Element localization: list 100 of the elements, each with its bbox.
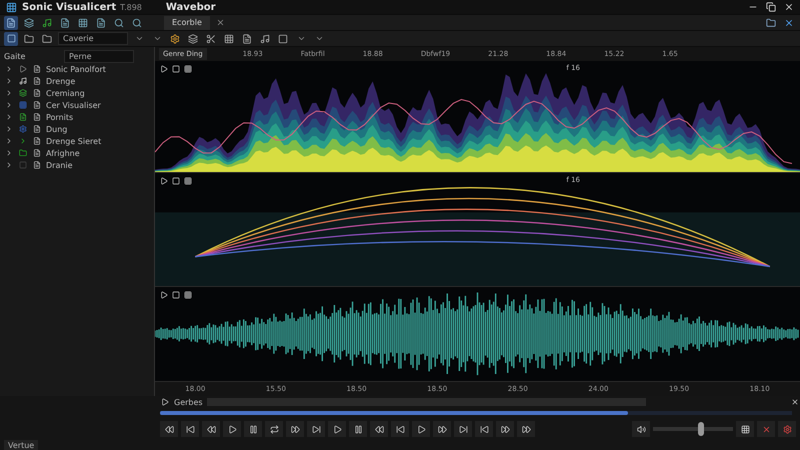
play-button[interactable] — [328, 421, 346, 437]
fast-forward-icon — [290, 424, 300, 434]
play-icon — [332, 424, 342, 434]
folder-icon[interactable] — [42, 34, 52, 44]
document-icon[interactable] — [33, 65, 41, 73]
document-icon[interactable] — [33, 113, 41, 121]
play-icon[interactable] — [160, 65, 168, 73]
rewind-button[interactable] — [370, 421, 388, 437]
rewind-icon — [206, 424, 216, 434]
play-icon — [228, 424, 236, 434]
document-icon[interactable] — [33, 77, 41, 85]
sidebar-item[interactable]: Cremiang — [46, 88, 85, 98]
grid-button[interactable] — [736, 421, 754, 437]
layers-icon[interactable] — [19, 89, 27, 97]
speaker-icon — [636, 424, 646, 434]
skip-forward-button[interactable] — [454, 421, 472, 437]
music-icon[interactable] — [260, 34, 270, 44]
folder-icon[interactable] — [24, 34, 34, 44]
search-icon[interactable] — [114, 18, 124, 28]
fast-forward-button[interactable] — [496, 421, 514, 437]
document-icon[interactable] — [33, 101, 41, 109]
grid-icon[interactable] — [78, 18, 88, 28]
gear-icon[interactable] — [19, 125, 27, 133]
document-icon[interactable] — [33, 137, 41, 145]
sidebar-item[interactable]: Afrighne — [46, 148, 80, 158]
restore-icon[interactable] — [766, 2, 776, 12]
status-bar: Vertue — [4, 440, 38, 450]
sidebar-item[interactable]: Drenge Sieret — [46, 136, 102, 146]
document-button[interactable] — [4, 16, 18, 30]
play-button[interactable] — [412, 421, 430, 437]
music-icon[interactable] — [42, 18, 52, 28]
play-icon[interactable] — [19, 65, 27, 73]
settings-icon — [782, 424, 792, 434]
fast-forward-icon — [438, 424, 446, 434]
square-icon — [6, 34, 16, 43]
playback-label: Gerbes — [174, 398, 203, 406]
path-field[interactable]: Caverie — [58, 32, 128, 45]
sidebar-item[interactable]: Pornits — [46, 112, 74, 122]
scissors-icon[interactable] — [206, 34, 216, 44]
play-icon[interactable] — [160, 291, 168, 300]
document-title: Wavebor — [166, 2, 216, 12]
volume-thumb[interactable] — [698, 422, 704, 436]
chevron-icon[interactable] — [19, 137, 27, 145]
sidebar-item[interactable]: Sonic Panolfort — [46, 64, 106, 74]
skip-back-icon — [480, 424, 488, 434]
close-icon[interactable] — [791, 398, 799, 406]
play-icon[interactable] — [160, 177, 168, 186]
skip-back-button[interactable] — [475, 421, 493, 437]
document-icon — [6, 18, 16, 28]
sidebar-item[interactable]: Cer Visualiser — [46, 100, 101, 110]
layers-icon[interactable] — [24, 18, 34, 28]
music-icon[interactable] — [19, 77, 27, 85]
play-icon[interactable] — [161, 398, 169, 406]
rewind-button[interactable] — [202, 421, 220, 437]
sidebar-item[interactable]: Drenge — [46, 76, 76, 86]
layers-icon[interactable] — [188, 34, 198, 44]
fast-forward-button[interactable] — [433, 421, 451, 437]
column-header: Gaite — [4, 52, 26, 60]
close-icon — [762, 424, 770, 434]
play-button[interactable] — [223, 421, 241, 437]
skip-back-button[interactable] — [391, 421, 409, 437]
document-icon[interactable] — [33, 89, 41, 97]
skip-back-button[interactable] — [181, 421, 199, 437]
folder-icon[interactable] — [19, 149, 27, 157]
settings-button[interactable] — [778, 421, 796, 437]
pause-button[interactable] — [349, 421, 367, 437]
pause-button[interactable] — [244, 421, 262, 437]
document-icon[interactable] — [33, 149, 41, 157]
checkbox-button[interactable] — [4, 32, 18, 46]
gear-icon[interactable] — [170, 34, 180, 44]
document-icon[interactable] — [19, 113, 27, 121]
rewind-icon — [164, 424, 174, 434]
filter-field[interactable]: Perne — [64, 50, 134, 62]
fast-forward-button[interactable] — [286, 421, 304, 437]
rewind-button[interactable] — [160, 421, 178, 437]
document-icon[interactable] — [96, 18, 106, 28]
speaker-button[interactable] — [632, 421, 650, 437]
sidebar-item[interactable]: Dung — [46, 124, 68, 134]
skip-forward-icon — [312, 424, 320, 434]
window-title: Sonic Visualicert — [22, 2, 116, 12]
square-icon[interactable] — [278, 34, 288, 44]
document-icon[interactable] — [60, 18, 70, 28]
skip-forward-button[interactable] — [307, 421, 325, 437]
loop-button[interactable] — [265, 421, 283, 437]
close-icon[interactable] — [784, 18, 794, 28]
tab[interactable]: Ecorble — [164, 16, 210, 30]
document-icon[interactable] — [33, 161, 41, 169]
folder-icon[interactable] — [766, 18, 776, 28]
search-icon[interactable] — [132, 18, 142, 28]
fast-forward-button[interactable] — [517, 421, 535, 437]
play-icon — [416, 424, 426, 434]
skip-back-icon — [186, 424, 194, 434]
fast-forward-icon — [500, 424, 510, 434]
close-icon[interactable] — [784, 2, 794, 12]
document-icon[interactable] — [242, 34, 252, 44]
sidebar-item[interactable]: Dranie — [46, 160, 73, 170]
skip-back-icon — [396, 424, 404, 434]
app-logo-icon[interactable] — [6, 2, 16, 12]
grid-icon[interactable] — [224, 34, 234, 44]
document-icon[interactable] — [33, 125, 41, 133]
